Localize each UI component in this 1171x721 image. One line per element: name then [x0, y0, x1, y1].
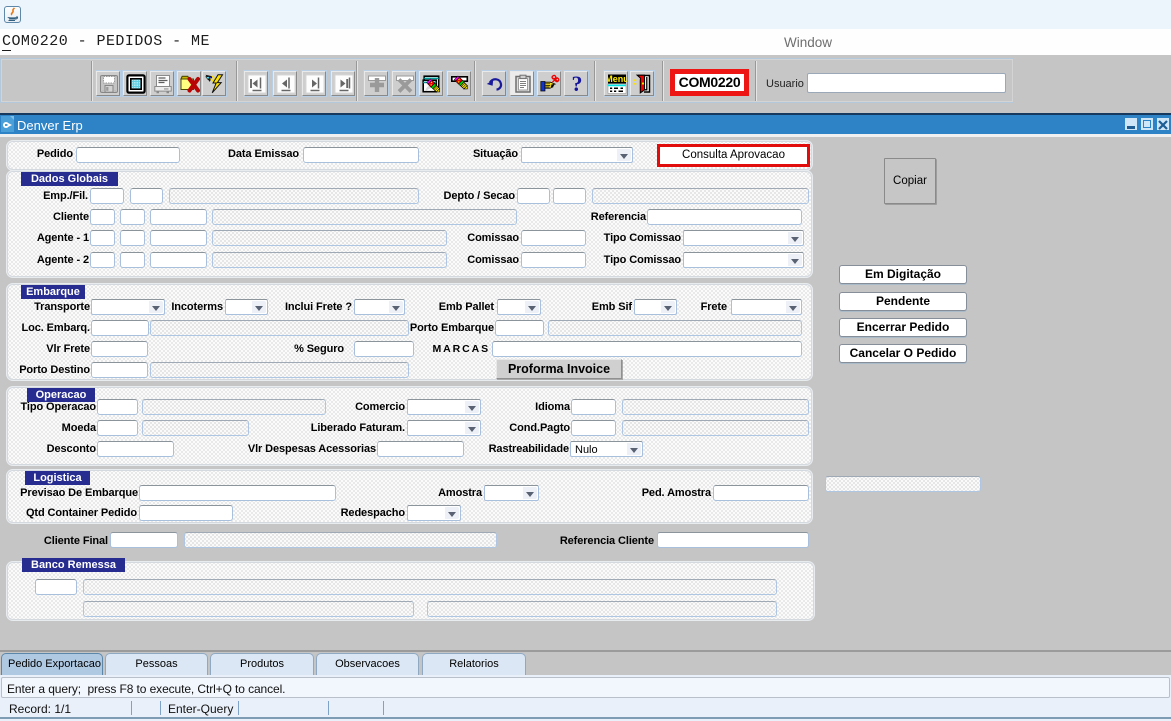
svg-text:?: ?: [572, 74, 583, 94]
svg-text:Menu: Menu: [607, 74, 627, 84]
